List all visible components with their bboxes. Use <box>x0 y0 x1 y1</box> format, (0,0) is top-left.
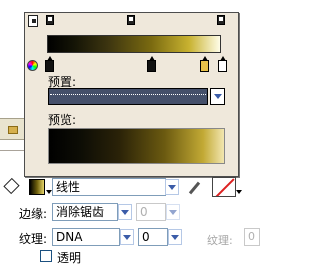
opacity-stop-left[interactable] <box>46 15 54 25</box>
texture-dropdown-button[interactable] <box>120 229 134 245</box>
pencil-icon[interactable] <box>188 181 201 195</box>
stroke-color-none[interactable] <box>212 177 236 197</box>
texture-amount-dropdown-button[interactable] <box>168 229 182 245</box>
texture-amount-value: 0 <box>142 230 150 244</box>
texture-label: 纹理: <box>19 232 48 246</box>
preset-dropdown-button[interactable] <box>210 88 225 105</box>
divider <box>0 150 24 151</box>
color-stop-2[interactable] <box>147 56 156 72</box>
color-stop-1[interactable] <box>45 56 54 72</box>
color-stop-4[interactable] <box>218 56 227 72</box>
fill-type-value: 线性 <box>56 180 81 194</box>
texture-amount-field[interactable]: 0 <box>138 228 168 246</box>
paint-bucket-icon <box>3 177 20 195</box>
texture-right-field: 0 <box>244 228 260 246</box>
edge-label: 边缘: <box>19 207 48 221</box>
gradient-editor-icon[interactable] <box>28 15 38 27</box>
preview-label: 预览: <box>48 113 77 127</box>
transparent-label: 透明 <box>57 251 82 265</box>
folder-icon <box>8 126 18 134</box>
opacity-stop-right[interactable] <box>217 15 225 25</box>
edge-amount-dropdown-button <box>166 204 180 220</box>
gradient-bar[interactable] <box>47 35 221 53</box>
fill-color-swatch[interactable] <box>29 179 45 195</box>
edge-value: 消除锯齿 <box>56 205 105 219</box>
edge-amount-field: 0 <box>136 203 166 221</box>
fill-type-dropdown-button[interactable] <box>165 179 179 195</box>
transparent-checkbox[interactable] <box>40 250 52 262</box>
texture-select[interactable]: DNA <box>52 228 120 246</box>
preset-focus-ring <box>50 94 206 95</box>
fill-type-select[interactable]: 线性 <box>52 178 166 196</box>
preset-select[interactable] <box>48 88 208 105</box>
edge-dropdown-button[interactable] <box>118 204 132 220</box>
texture-value: DNA <box>56 230 83 244</box>
color-wheel-icon[interactable] <box>27 60 38 71</box>
edge-amount-value: 0 <box>140 205 148 219</box>
stroke-dropdown-arrow-icon[interactable] <box>236 190 242 194</box>
texture-right-label: 纹理: <box>207 234 233 247</box>
texture-right-value: 0 <box>248 230 255 243</box>
color-stop-3[interactable] <box>200 56 209 72</box>
gradient-preview <box>48 128 225 164</box>
edge-select[interactable]: 消除锯齿 <box>52 203 118 221</box>
opacity-stop-middle[interactable] <box>127 15 135 25</box>
